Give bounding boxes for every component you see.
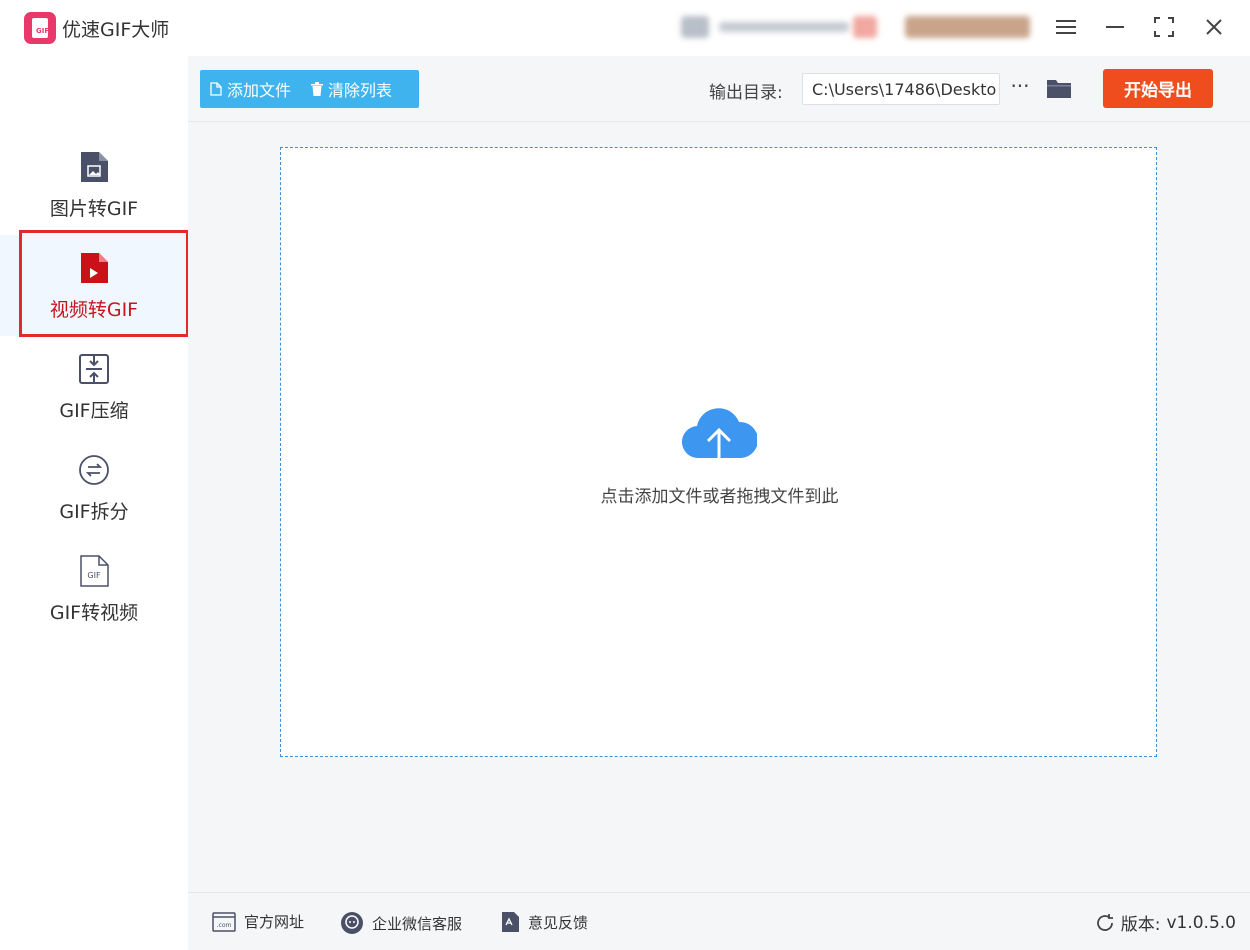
wechat-label: 企业微信客服 (372, 914, 463, 933)
title-bar: GIF 优速GIF大师 (0, 0, 1250, 56)
sidebar-item-label: GIF压缩 (59, 400, 129, 422)
app-title: 优速GIF大师 (62, 19, 170, 41)
sidebar-item-gif-compress[interactable]: GIF压缩 (0, 336, 188, 437)
version-value: v1.0.5.0 (1166, 912, 1236, 933)
sidebar-item-gif-split[interactable]: GIF拆分 (0, 437, 188, 538)
menu-button[interactable] (1050, 12, 1082, 42)
trash-icon (311, 82, 324, 96)
website-label: 官方网址 (244, 913, 305, 931)
image-file-icon (81, 152, 108, 182)
feedback-link[interactable]: 意见反馈 (500, 911, 588, 933)
add-file-label: 添加文件 (227, 81, 292, 100)
wechat-support-link[interactable]: 企业微信客服 (340, 911, 462, 935)
minimize-button[interactable] (1099, 12, 1131, 42)
official-website-link[interactable]: .com 官方网址 (212, 911, 304, 932)
dropzone-hint-text: 点击添加文件或者拖拽文件到此 (600, 487, 839, 507)
footer: .com 官方网址 企业微信客服 意见反馈 版本: v1.0.5.0 (188, 892, 1250, 950)
wechat-icon (341, 912, 363, 934)
website-icon: .com (212, 911, 236, 932)
feedback-icon (502, 912, 519, 932)
user-account-area[interactable] (675, 12, 1035, 42)
sidebar-item-label: 视频转GIF (49, 299, 139, 321)
more-options-button[interactable]: ··· (1008, 74, 1032, 102)
add-file-button[interactable]: 添加文件 (200, 70, 301, 108)
sidebar-item-video-to-gif[interactable]: 视频转GIF (0, 235, 188, 336)
output-dir-label: 输出目录: (709, 83, 783, 103)
output-dir-field[interactable]: C:\Users\17486\Deskto (802, 73, 1000, 105)
compress-icon (79, 354, 109, 384)
svg-text:GIF: GIF (87, 571, 101, 580)
clear-list-button[interactable]: 清除列表 (301, 70, 402, 108)
sidebar-item-gif-to-video[interactable]: GIF GIF转视频 (0, 538, 188, 639)
file-button-group: 添加文件 清除列表 (200, 70, 419, 108)
maximize-button[interactable] (1148, 12, 1180, 42)
menu-icon (1056, 20, 1076, 34)
minimize-icon (1106, 26, 1124, 28)
toolbar: 添加文件 清除列表 输出目录: C:\Users\17486\Deskto ··… (188, 56, 1250, 122)
sidebar: 图片转GIF 视频转GIF GIF压缩 GIF拆分 GIF GIF转视频 (0, 56, 188, 950)
folder-icon[interactable] (1046, 76, 1072, 100)
cloud-upload-icon (682, 408, 757, 468)
sidebar-item-label: GIF拆分 (59, 501, 129, 523)
start-export-button[interactable]: 开始导出 (1103, 69, 1213, 108)
feedback-label: 意见反馈 (528, 913, 589, 932)
main-panel: 添加文件 清除列表 输出目录: C:\Users\17486\Deskto ··… (188, 56, 1250, 892)
file-icon (210, 82, 222, 96)
app-logo: GIF (24, 12, 56, 44)
sidebar-item-label: 图片转GIF (49, 198, 139, 220)
split-icon (79, 455, 109, 485)
close-button[interactable] (1198, 12, 1230, 42)
refresh-icon (1096, 913, 1113, 931)
gif-file-icon: GIF (80, 555, 109, 587)
file-dropzone[interactable]: 点击添加文件或者拖拽文件到此 (280, 147, 1157, 757)
sidebar-item-label: GIF转视频 (49, 602, 139, 624)
svg-text:.com: .com (217, 922, 232, 929)
version-info: 版本: v1.0.5.0 (1095, 910, 1236, 935)
sidebar-item-image-to-gif[interactable]: 图片转GIF (0, 134, 188, 235)
video-file-icon (81, 253, 108, 283)
close-icon (1206, 19, 1222, 35)
version-label: 版本: (1120, 915, 1161, 935)
maximize-icon (1154, 17, 1174, 37)
clear-list-label: 清除列表 (328, 81, 393, 100)
